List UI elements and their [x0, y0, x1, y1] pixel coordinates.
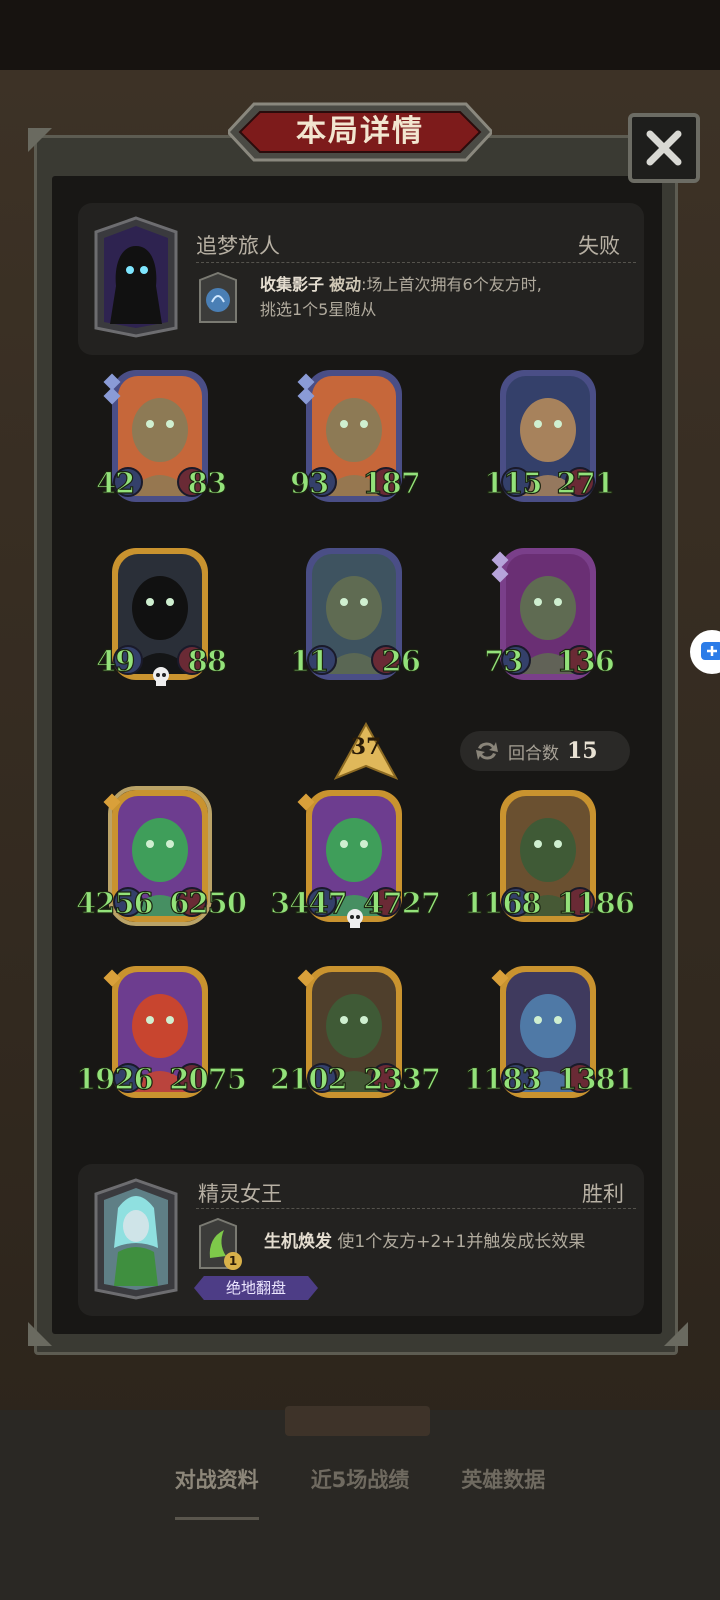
comeback-tag: 绝地翻盘 [194, 1276, 318, 1300]
opponent-skill-text: 收集影子 被动:场上首次拥有6个友方时, 挑选1个5星随从 [260, 272, 632, 322]
opponent-result: 失败 [578, 234, 620, 258]
player-minion[interactable]: 1183 1381 [463, 962, 636, 1122]
tab-recent-matches[interactable]: 近5场战绩 [311, 1460, 410, 1520]
skill-name: 生机焕发 [264, 1232, 332, 1252]
player-minion[interactable]: 4256 6250 [75, 786, 248, 946]
skill-desc: 使1个友方+2+1并触发成长效果 [337, 1232, 586, 1252]
health-value: 1186 [557, 885, 636, 920]
turn-value: 15 [567, 738, 598, 764]
player-minion[interactable]: 2102 2337 [269, 962, 442, 1122]
opponent-minion[interactable]: 11 26 [289, 544, 422, 704]
skull-icon [150, 666, 172, 688]
attack-value: 2102 [269, 1061, 348, 1096]
tavern-tier-badge: 37 [333, 721, 399, 780]
shadow-skill-icon[interactable] [198, 271, 238, 324]
turn-counter: 回合数 15 [460, 731, 630, 771]
top-bar [0, 0, 720, 80]
player-name: 精灵女王 [198, 1182, 282, 1206]
bottom-tab-bar: 对战资料 近5场战绩 英雄数据 [0, 1460, 720, 1520]
growth-skill-icon[interactable]: 1 [198, 1217, 242, 1270]
divider [196, 262, 636, 263]
player-hero-portrait[interactable] [92, 1178, 180, 1300]
health-value: 2337 [363, 1061, 442, 1096]
player-minion[interactable]: 1926 2075 [75, 962, 248, 1122]
attack-value: 49 [95, 643, 136, 678]
divider [196, 1208, 636, 1209]
turn-label: 回合数 [508, 743, 559, 764]
close-icon [646, 130, 682, 166]
player-result: 胜利 [582, 1182, 624, 1206]
title-plate: 本局详情 [228, 100, 492, 164]
tab-battle-data[interactable]: 对战资料 [174, 1460, 259, 1520]
health-value: 187 [362, 465, 422, 500]
tab-hero-stats[interactable]: 英雄数据 [461, 1460, 545, 1520]
attack-value: 1926 [75, 1061, 154, 1096]
tier-value: 37 [350, 734, 382, 760]
attack-value: 3447 [269, 885, 348, 920]
skill-cost: 1 [224, 1252, 242, 1270]
health-value: 26 [381, 643, 422, 678]
attack-value: 1183 [463, 1061, 542, 1096]
opponent-hero-portrait[interactable] [92, 216, 180, 338]
page-title: 本局详情 [296, 114, 424, 149]
attack-value: 115 [483, 465, 543, 500]
opponent-minion[interactable]: 115 271 [483, 366, 616, 526]
health-value: 4727 [363, 885, 442, 920]
attack-value: 11 [289, 643, 330, 678]
attack-value: 1168 [463, 885, 542, 920]
skill-desc-line2: 挑选1个5星随从 [260, 300, 377, 319]
health-value: 2075 [169, 1061, 248, 1096]
obscured-button [285, 1406, 430, 1436]
skill-name: 收集影子 [260, 275, 325, 294]
player-minion[interactable]: 1168 1186 [463, 786, 636, 946]
health-value: 271 [556, 465, 616, 500]
attack-value: 93 [289, 465, 330, 500]
opponent-minion[interactable]: 93 187 [289, 366, 422, 526]
attack-value: 42 [95, 465, 136, 500]
health-value: 6250 [169, 885, 248, 920]
opponent-minion[interactable]: 42 83 [95, 366, 228, 526]
opponent-name: 追梦旅人 [196, 234, 280, 258]
opponent-minion[interactable]: 49 88 [95, 544, 228, 704]
health-value: 1381 [557, 1061, 636, 1096]
skill-desc-line1: :场上首次拥有6个友方时, [361, 275, 542, 294]
attack-value: 4256 [75, 885, 154, 920]
attack-value: 73 [483, 643, 524, 678]
player-skill-text: 生机焕发 使1个友方+2+1并触发成长效果 [264, 1230, 634, 1255]
opponent-minion[interactable]: 73 136 [483, 544, 616, 704]
close-button[interactable] [628, 113, 700, 183]
skill-type: 被动 [329, 275, 362, 294]
health-value: 88 [187, 643, 228, 678]
refresh-icon [476, 742, 498, 760]
health-value: 136 [556, 643, 616, 678]
health-value: 83 [187, 465, 228, 500]
player-minion[interactable]: 3447 4727 [269, 786, 442, 946]
